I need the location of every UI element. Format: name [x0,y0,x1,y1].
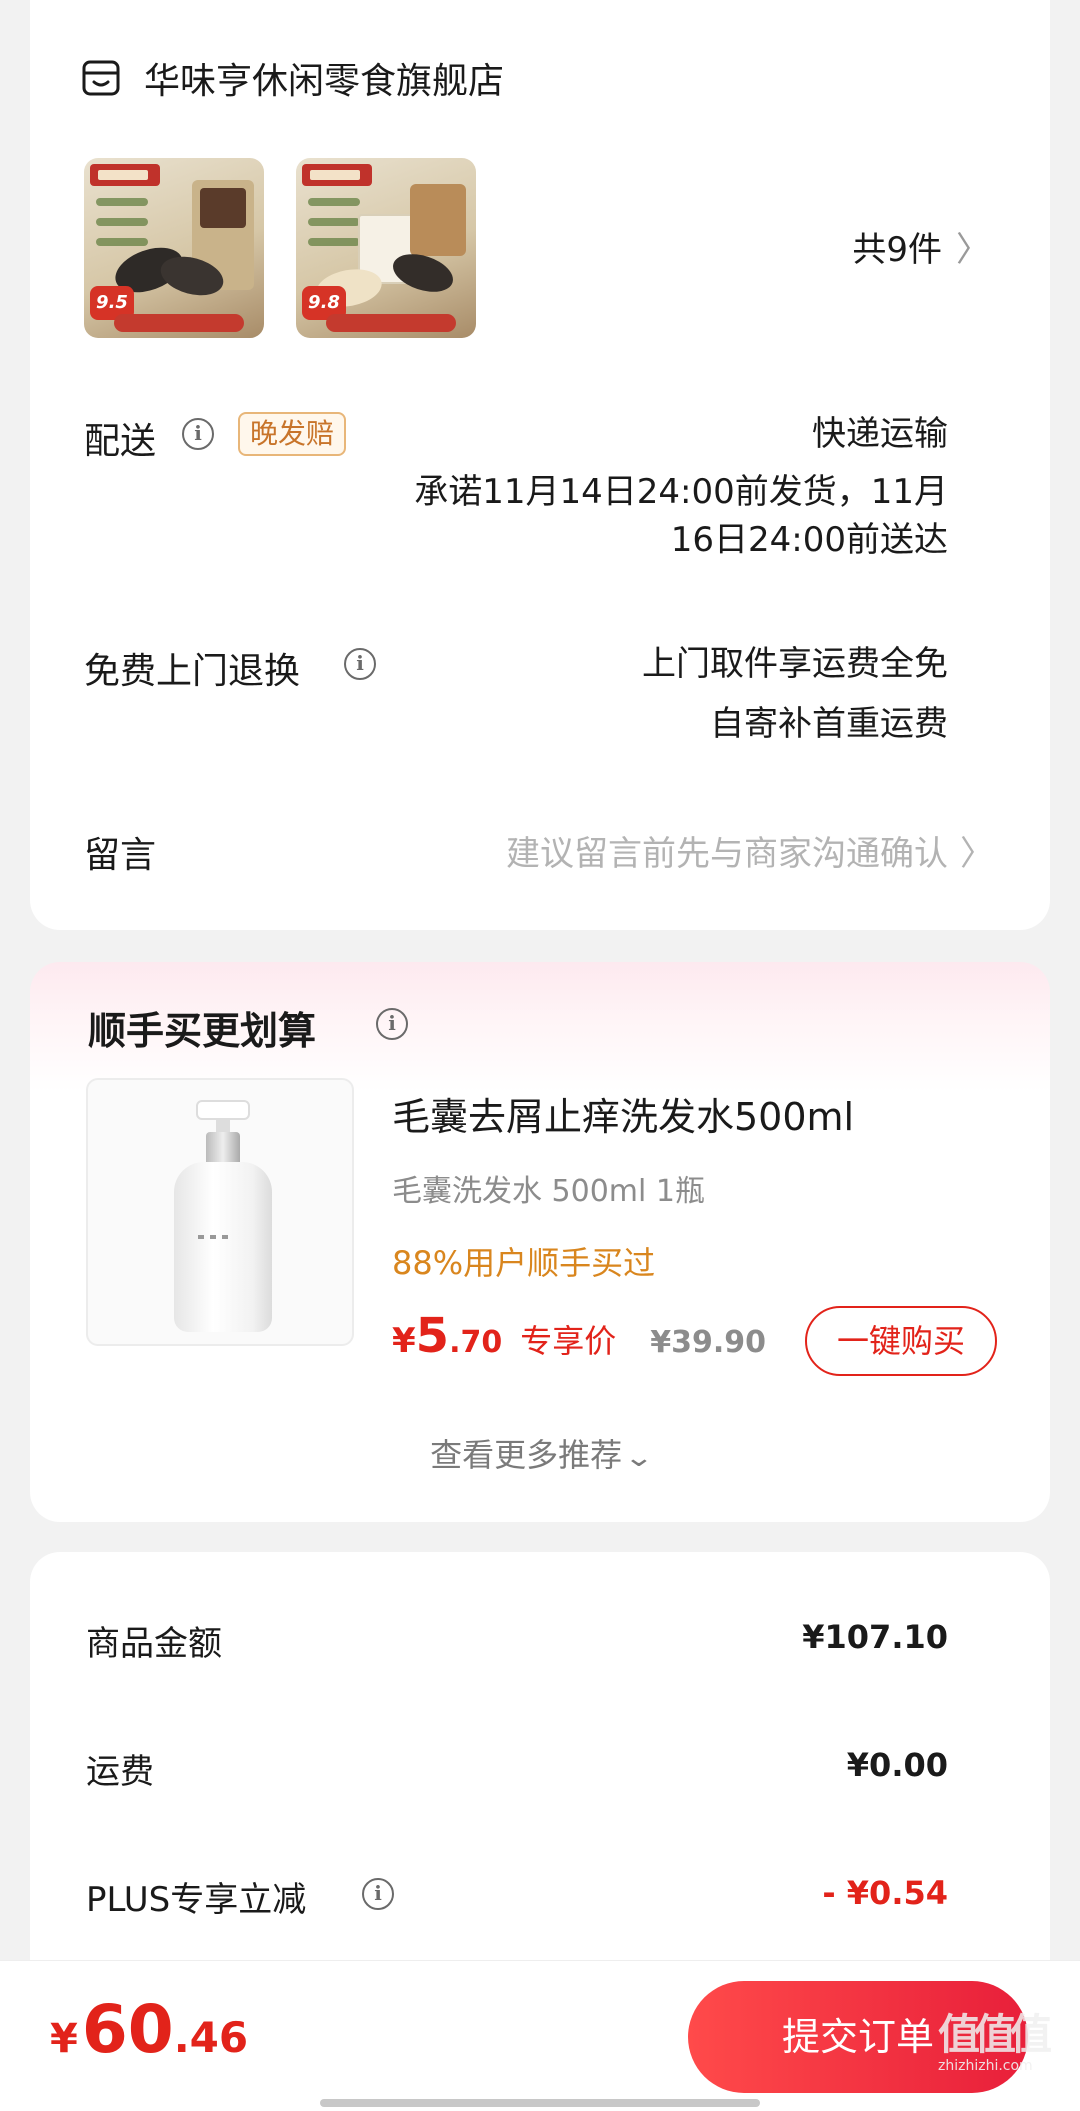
total-decimal: .46 [173,2013,249,2062]
delivery-method: 快递运输 [812,414,948,454]
recommendation-title: 顺手买更划算 [88,1009,317,1053]
info-icon[interactable]: i [362,1878,394,1910]
product-spec: 毛囊洗发水 500ml 1瓶 [392,1174,705,1209]
product-price: ¥ 5 .70 专享价 ¥39.90 [392,1308,766,1364]
message-label: 留言 [84,835,157,876]
product-image[interactable] [86,1078,354,1346]
order-store-card: 华味亨休闲零食旗舰店 9.5 9.8 共9件 〉 配送 i 晚发赔 快递运输 承… [30,0,1050,930]
item-count-link[interactable]: 共9件 〉 [852,222,990,271]
product-name[interactable]: 毛囊去屑止痒洗发水500ml [392,1086,854,1141]
goods-amount-value: ¥107.10 [802,1618,948,1656]
goods-amount-label: 商品金额 [86,1624,222,1664]
one-click-buy-button[interactable]: 一键购买 [805,1306,997,1376]
recommendation-card: 顺手买更划算 i 毛囊去屑止痒洗发水500ml 毛囊洗发水 500ml 1瓶 8… [30,962,1050,1522]
item-count: 共9件 [852,230,942,270]
checkout-bar: ¥ 60 .46 提交订单 值值值 zhizhizhi.com [0,1960,1080,2111]
price-decimal: .70 [449,1325,503,1360]
watermark-url: zhizhizhi.com [938,2058,1033,2074]
site-watermark: 值值值 zhizhizhi.com [938,2001,1068,2081]
exclusive-price-label: 专享价 [520,1322,617,1360]
shipping-value: ¥0.00 [846,1746,948,1784]
plus-discount-value: - ¥0.54 [822,1874,948,1912]
delivery-label: 配送 [84,421,157,462]
total-currency: ¥ [50,2016,78,2062]
home-indicator[interactable] [320,2099,760,2107]
product-thumbnail[interactable]: 9.8 [296,158,476,338]
plus-discount-label: PLUS专享立减 [86,1880,307,1920]
chevron-down-icon: ⌄ [623,1443,655,1473]
watermark-logo: 值值值 [938,2010,1052,2059]
delivery-promise-line2: 16日24:00前送达 [670,520,948,560]
info-icon[interactable]: i [376,1008,408,1040]
free-return-label: 免费上门退换 [84,651,301,692]
see-more-recommendations[interactable]: 查看更多推荐⌄ [30,1430,1050,1476]
store-name: 华味亨休闲零食旗舰店 [144,61,505,102]
chevron-right-icon: 〉 [956,230,990,270]
store-icon [82,60,120,96]
bought-percentage: 88%用户顺手买过 [392,1244,656,1282]
original-price: ¥39.90 [650,1325,767,1360]
see-more-label: 查看更多推荐 [430,1436,623,1474]
total-integer: 60 [81,1991,174,2068]
product-thumbnail[interactable]: 9.5 [84,158,264,338]
chevron-right-icon: 〉 [960,834,994,874]
order-total: ¥ 60 .46 [50,1991,248,2068]
info-icon[interactable]: i [344,648,376,680]
store-header[interactable]: 华味亨休闲零食旗舰店 [82,52,504,104]
price-currency: ¥ [392,1321,416,1361]
late-compensation-badge: 晚发赔 [238,412,347,456]
delivery-promise-line1: 承诺11月14日24:00前发货，11月 [414,472,948,512]
message-input[interactable]: 建议留言前先与商家沟通确认 [506,826,948,875]
return-self-send-text: 自寄补首重运费 [710,704,948,744]
return-pickup-text: 上门取件享运费全免 [642,644,948,684]
shipping-label: 运费 [86,1752,154,1792]
price-integer: 5 [415,1308,450,1364]
info-icon[interactable]: i [182,418,214,450]
